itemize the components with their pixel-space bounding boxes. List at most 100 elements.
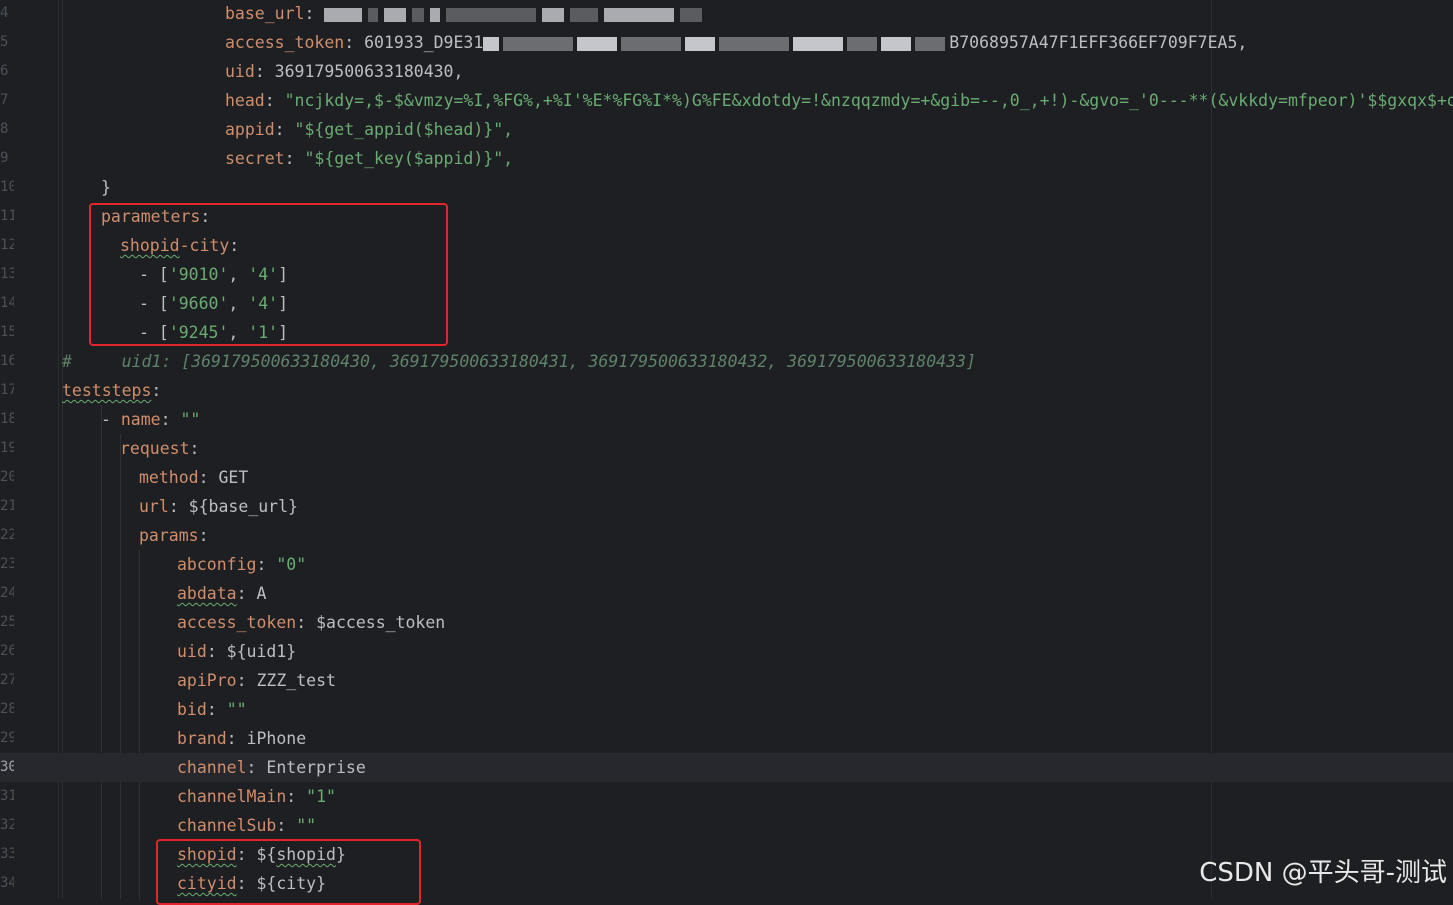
code-token: , (228, 265, 249, 284)
code-token: bid (177, 700, 207, 719)
code-token: : (198, 526, 209, 545)
code-token: uid (225, 62, 255, 81)
code-token: : (189, 439, 200, 458)
line-number: 34 (0, 875, 14, 891)
line-number: 9 (0, 150, 9, 166)
code-line[interactable]: 30 channel: Enterprise (0, 753, 1453, 782)
code-token: "0" (276, 555, 307, 574)
code-line[interactable]: 4 base_url: (0, 0, 1453, 28)
code-text: abconfig: "0" (177, 550, 306, 579)
code-token: "" (296, 816, 317, 835)
code-token: access_token (177, 613, 297, 632)
code-token: "" (226, 700, 247, 719)
code-editor[interactable]: 4 base_url: 5 access_token: 601933_D9E31 B7… (0, 0, 1453, 905)
code-token: ] (278, 294, 289, 313)
line-number: 17 (0, 382, 14, 398)
code-text: uid: ${uid1} (177, 637, 296, 666)
code-line[interactable]: 20 method: GET (0, 463, 1453, 492)
code-line[interactable]: 21 url: ${base_url} (0, 492, 1453, 521)
line-number: 20 (0, 469, 14, 485)
code-line[interactable]: 7 head: "ncjkdy=,$-$&vmzy=%I,%FG%,+%I'%E*… (0, 86, 1453, 115)
code-token: : 601933_D9E31 (344, 33, 484, 52)
code-token: method (139, 468, 199, 487)
code-line[interactable]: 15 - ['9245', '1'] (0, 318, 1453, 347)
code-token: ] (278, 323, 289, 342)
code-token: : iPhone (226, 729, 307, 748)
code-line[interactable]: 11 parameters: (0, 202, 1453, 231)
code-line[interactable]: 28 bid: "" (0, 695, 1453, 724)
code-line[interactable]: 10} (0, 173, 1453, 202)
code-text: channelSub: "" (177, 811, 316, 840)
code-line[interactable]: 19 request: (0, 434, 1453, 463)
code-line[interactable]: 23 abconfig: "0" (0, 550, 1453, 579)
line-number: 27 (0, 672, 14, 688)
code-token: '1' (248, 323, 279, 342)
line-number: 23 (0, 556, 14, 572)
redacted-region (483, 33, 949, 52)
line-number: 24 (0, 585, 14, 601)
code-token: secret (225, 149, 285, 168)
code-token: : A (236, 584, 267, 603)
code-line[interactable]: 5 access_token: 601933_D9E31 B7068957A47F1… (0, 28, 1453, 57)
code-line[interactable]: 13 - ['9010', '4'] (0, 260, 1453, 289)
code-token: '9660' (168, 294, 229, 313)
line-number: 11 (0, 208, 14, 224)
line-number: 18 (0, 411, 14, 427)
code-line[interactable]: 27 apiPro: ZZZ_test (0, 666, 1453, 695)
code-token: - [ (139, 265, 169, 284)
code-line[interactable]: 32 channelSub: "" (0, 811, 1453, 840)
line-number: 4 (0, 5, 9, 21)
code-text: channelMain: "1" (177, 782, 336, 811)
code-token: channel (177, 758, 247, 777)
code-line[interactable]: 26 uid: ${uid1} (0, 637, 1453, 666)
code-token: : ZZZ_test (236, 671, 336, 690)
code-token: : (256, 555, 277, 574)
code-line[interactable]: 25 access_token: $access_token (0, 608, 1453, 637)
code-text: uid: 369179500633180430, (225, 57, 463, 86)
code-token: "${get_key($appid)}", (304, 149, 514, 168)
code-token: : (284, 149, 305, 168)
code-text: params: (139, 521, 209, 550)
code-text: abdata: A (177, 579, 266, 608)
code-text: shopid-city: (120, 231, 239, 260)
code-token: : Enterprise (246, 758, 366, 777)
line-number: 29 (0, 730, 14, 746)
code-line[interactable]: 24 abdata: A (0, 579, 1453, 608)
code-token: abdata (177, 584, 237, 603)
line-number: 21 (0, 498, 14, 514)
code-token: -city (179, 236, 230, 255)
code-line[interactable]: 12 shopid-city: (0, 231, 1453, 260)
code-token: name (120, 410, 161, 429)
code-line[interactable]: 9 secret: "${get_key($appid)}", (0, 144, 1453, 173)
code-line[interactable]: 8 appid: "${get_appid($head)}", (0, 115, 1453, 144)
line-number: 5 (0, 34, 9, 50)
code-token: } (335, 845, 346, 864)
code-line[interactable]: 22 params: (0, 521, 1453, 550)
code-line[interactable]: 18 - name: "" (0, 405, 1453, 434)
code-line[interactable]: 6 uid: 369179500633180430, (0, 57, 1453, 86)
code-token: shopid (177, 845, 237, 864)
code-token: - (101, 410, 121, 429)
watermark-text: CSDN @平头哥-测试 (1199, 858, 1447, 888)
line-number: 15 (0, 324, 14, 340)
line-number: 33 (0, 846, 14, 862)
code-token: url (139, 497, 169, 516)
code-token: '9010' (168, 265, 229, 284)
code-token: uid (177, 642, 207, 661)
code-token: '4' (248, 265, 279, 284)
code-token: : ${base_url} (168, 497, 298, 516)
code-token: teststeps (62, 381, 152, 400)
code-line[interactable]: 29 brand: iPhone (0, 724, 1453, 753)
code-token: '4' (248, 294, 279, 313)
code-line[interactable]: 17 teststeps: (0, 376, 1453, 405)
code-token: : (206, 700, 227, 719)
code-token: shopid (120, 236, 180, 255)
code-line[interactable]: 31 channelMain: "1" (0, 782, 1453, 811)
code-line[interactable]: 16 # uid1: [369179500633180430, 369179500… (0, 347, 1453, 376)
code-text: channel: Enterprise (177, 753, 366, 782)
code-token: "1" (306, 787, 336, 806)
line-number: 12 (0, 237, 14, 253)
code-token: "${get_appid($head)}", (294, 120, 514, 139)
line-number: 10 (0, 179, 14, 195)
code-line[interactable]: 14 - ['9660', '4'] (0, 289, 1453, 318)
